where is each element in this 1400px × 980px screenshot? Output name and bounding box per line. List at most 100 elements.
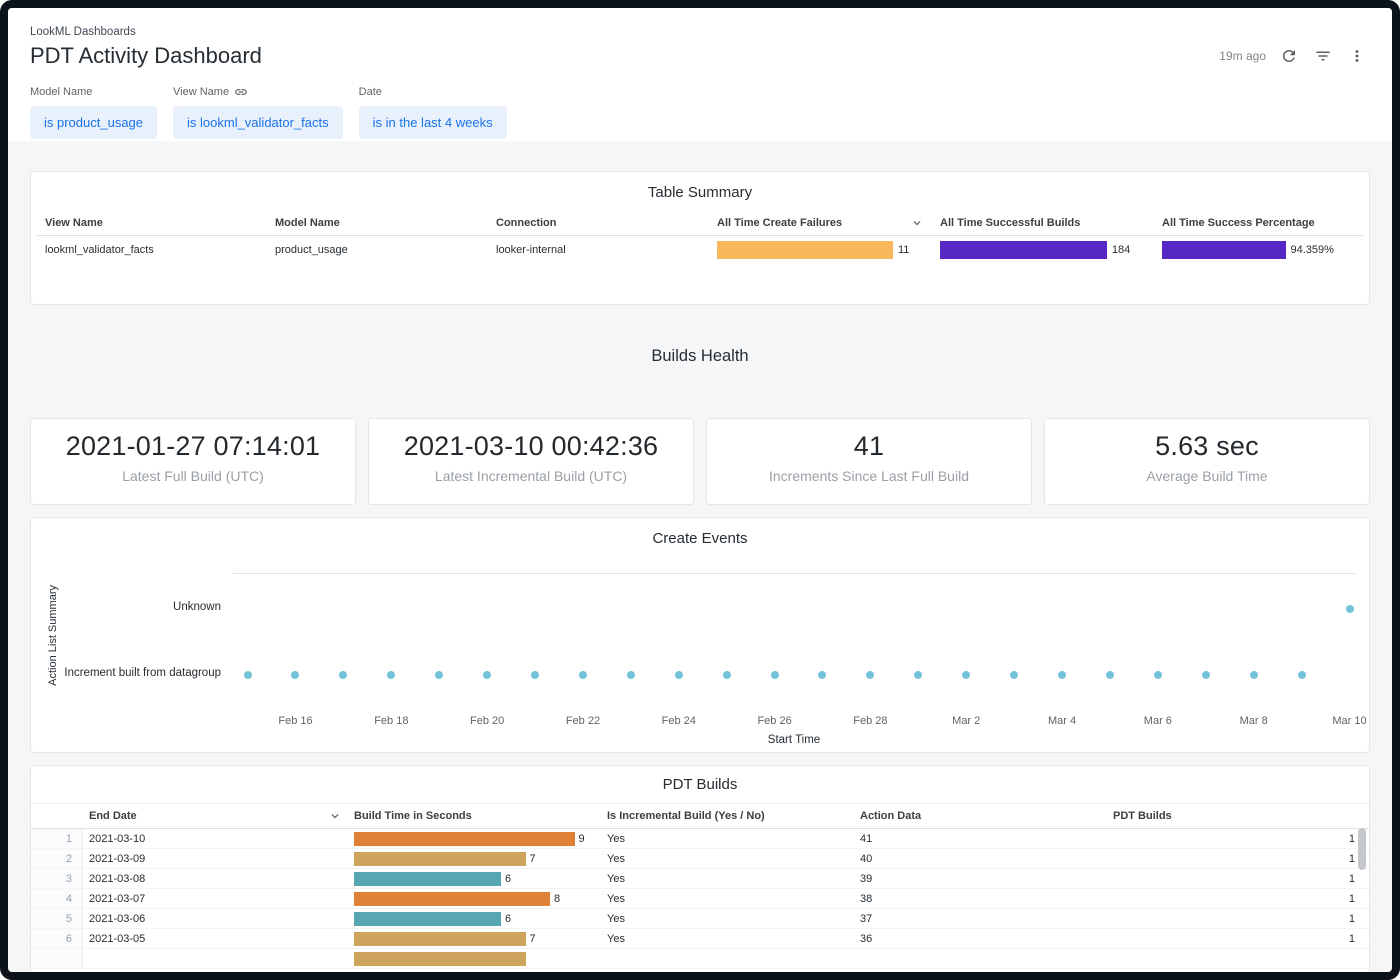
kpi-tile: 2021-03-10 00:42:36Latest Incremental Bu… — [368, 418, 694, 505]
refresh-button[interactable] — [1276, 43, 1302, 69]
x-tick-label: Mar 2 — [952, 715, 980, 727]
cell-action-data[interactable]: 41 — [854, 833, 1107, 845]
scatter-point[interactable] — [579, 671, 587, 679]
filter-toggle-button[interactable] — [1310, 43, 1336, 69]
refresh-icon — [1280, 47, 1298, 65]
cell-pdt-builds[interactable]: 1 — [1107, 873, 1369, 885]
cell-build-time[interactable]: 9 — [348, 832, 601, 846]
column-header[interactable]: Connection — [488, 211, 709, 236]
breadcrumb[interactable]: LookML Dashboards — [30, 26, 1370, 38]
cell-pdt-builds[interactable]: 1 — [1107, 933, 1369, 945]
filter-value-chip[interactable]: is lookml_validator_facts — [173, 106, 343, 139]
cell-build-time[interactable]: 8 — [348, 892, 601, 906]
column-header[interactable]: Build Time in Seconds — [348, 805, 601, 827]
x-tick-label: Feb 16 — [278, 715, 312, 727]
table-bar-cell-all-time-create-failures[interactable]: 11 — [709, 236, 932, 264]
scatter-point[interactable] — [866, 671, 874, 679]
scatter-point[interactable] — [1154, 671, 1162, 679]
pdt-builds-title: PDT Builds — [31, 776, 1369, 793]
row-number: 3 — [31, 869, 83, 888]
row-number: 4 — [31, 889, 83, 908]
cell-pdt-builds[interactable]: 1 — [1107, 853, 1369, 865]
filter-value-chip[interactable]: is in the last 4 weeks — [359, 106, 507, 139]
cell-build-time[interactable]: 7 — [348, 932, 601, 946]
column-header[interactable]: Model Name — [267, 211, 488, 236]
cell-build-time[interactable]: 6 — [348, 872, 601, 886]
cell-end-date[interactable]: 2021-03-05 — [83, 933, 348, 945]
column-header[interactable]: Is Incremental Build (Yes / No) — [601, 805, 854, 827]
scatter-point[interactable] — [914, 671, 922, 679]
scatter-point[interactable] — [339, 671, 347, 679]
scatter-point[interactable] — [291, 671, 299, 679]
column-header[interactable]: Action Data — [854, 805, 1107, 827]
column-header[interactable]: End Date — [83, 804, 348, 828]
y-category-label: Unknown — [31, 601, 221, 613]
chevron-down-icon — [910, 216, 924, 230]
column-header-label: Is Incremental Build (Yes / No) — [607, 810, 765, 822]
scatter-point[interactable] — [675, 671, 683, 679]
cell-is-incremental[interactable]: Yes — [601, 913, 854, 925]
cell-action-data[interactable]: 37 — [854, 913, 1107, 925]
kpi-label: Latest Full Build (UTC) — [31, 468, 355, 484]
kpi-tile: 2021-01-27 07:14:01Latest Full Build (UT… — [30, 418, 356, 505]
cell-end-date[interactable]: 2021-03-09 — [83, 853, 348, 865]
table-scrollbar[interactable] — [1357, 828, 1367, 972]
kpi-value: 5.63 sec — [1045, 431, 1369, 462]
scatter-point[interactable] — [435, 671, 443, 679]
cell-is-incremental[interactable]: Yes — [601, 873, 854, 885]
scatter-point[interactable] — [1106, 671, 1114, 679]
cell-pdt-builds[interactable]: 1 — [1107, 913, 1369, 925]
cell-end-date[interactable]: 2021-03-08 — [83, 873, 348, 885]
cell-build-time[interactable]: 7 — [348, 852, 601, 866]
x-tick-label: Feb 22 — [566, 715, 600, 727]
scatter-point[interactable] — [244, 671, 252, 679]
scatter-point[interactable] — [962, 671, 970, 679]
scatter-point[interactable] — [1250, 671, 1258, 679]
scatter-point[interactable] — [627, 671, 635, 679]
create-events-tile: Create Events Action List Summary Unknow… — [30, 517, 1370, 753]
cell-pdt-builds[interactable]: 1 — [1107, 833, 1369, 845]
column-header[interactable]: All Time Create Failures — [709, 211, 932, 236]
cell-end-date[interactable]: 2021-03-07 — [83, 893, 348, 905]
column-header[interactable]: View Name — [37, 211, 267, 236]
cell-is-incremental[interactable]: Yes — [601, 933, 854, 945]
table-bar-cell-all-time-success-percentage[interactable]: 94.359% — [1154, 236, 1363, 264]
column-header-label: All Time Success Percentage — [1162, 217, 1315, 229]
column-header[interactable]: PDT Builds — [1107, 805, 1369, 827]
scatter-point[interactable] — [531, 671, 539, 679]
cell-is-incremental[interactable]: Yes — [601, 833, 854, 845]
scatter-point[interactable] — [818, 671, 826, 679]
table-bar-cell-all-time-successful-builds[interactable]: 184 — [932, 236, 1154, 264]
dashboard-menu-button[interactable] — [1344, 43, 1370, 69]
scatter-point[interactable] — [387, 671, 395, 679]
row-number: 6 — [31, 929, 83, 948]
cell-action-data[interactable]: 36 — [854, 933, 1107, 945]
cell-action-data[interactable]: 39 — [854, 873, 1107, 885]
scatter-point[interactable] — [1010, 671, 1018, 679]
cell-build-time[interactable]: 6 — [348, 912, 601, 926]
filter-list-icon — [1314, 47, 1332, 65]
cell-is-incremental[interactable]: Yes — [601, 893, 854, 905]
scatter-point[interactable] — [483, 671, 491, 679]
row-number — [31, 949, 83, 968]
bar-value-label: 94.359% — [1291, 244, 1334, 256]
scatter-plot-area — [233, 573, 1355, 708]
cell-end-date[interactable]: 2021-03-10 — [83, 833, 348, 845]
build-time-bar — [354, 912, 501, 926]
scatter-point[interactable] — [1058, 671, 1066, 679]
cell-pdt-builds[interactable]: 1 — [1107, 893, 1369, 905]
cell-action-data[interactable]: 40 — [854, 853, 1107, 865]
cell-build-time[interactable] — [348, 952, 601, 966]
cell-is-incremental[interactable]: Yes — [601, 853, 854, 865]
column-header[interactable]: All Time Success Percentage — [1154, 211, 1363, 236]
column-header[interactable]: All Time Successful Builds — [932, 211, 1154, 236]
scatter-point[interactable] — [771, 671, 779, 679]
scatter-point[interactable] — [723, 671, 731, 679]
scatter-point[interactable] — [1202, 671, 1210, 679]
scrollbar-thumb[interactable] — [1358, 828, 1366, 870]
filter-value-chip[interactable]: is product_usage — [30, 106, 157, 139]
scatter-point[interactable] — [1298, 671, 1306, 679]
scatter-point[interactable] — [1346, 605, 1354, 613]
cell-action-data[interactable]: 38 — [854, 893, 1107, 905]
cell-end-date[interactable]: 2021-03-06 — [83, 913, 348, 925]
